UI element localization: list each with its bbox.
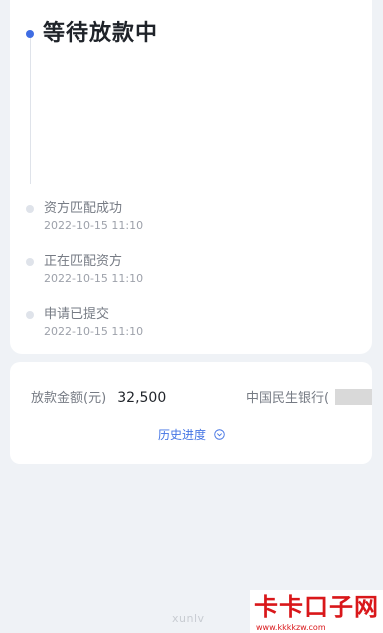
timeline-step-matched: 资方匹配成功 2022-10-15 11:10 [26,201,336,245]
bank-name: 中国民生银行( [246,391,330,406]
step-time: 2022-10-15 11:10 [44,325,144,338]
masked-account-number [335,389,373,405]
watermark-text: xunlv [172,612,205,625]
history-progress-link[interactable]: 历史进度 [158,427,225,443]
loan-status-card: 等待放款中 资方匹配成功 2022-10-15 11:10 正在匹配资方 202… [10,0,372,354]
loan-amount-value: 32,500 [117,390,167,406]
bank-account-row: 中国民生银行( [246,387,373,406]
timeline-dot-icon [26,205,34,213]
timeline-dot-icon [26,258,34,266]
watermark-logo: 卡卡口子网 www.kkkkzw.com [250,590,383,633]
step-label: 资方匹配成功 [44,201,123,216]
step-label: 申请已提交 [44,307,110,322]
loan-summary-card [10,362,372,464]
watermark-logo-text: 卡卡口子网 [254,593,379,621]
circle-chevron-down-icon [214,429,225,440]
loan-status-page: { "status": { "title": "等待放款中", "steps":… [0,0,383,633]
history-progress-label: 历史进度 [158,428,207,442]
current-status-dot-icon [26,30,34,38]
step-time: 2022-10-15 11:10 [44,272,144,285]
status-title: 等待放款中 [43,21,159,46]
loan-amount-row: 放款金额(元) 32,500 [31,387,166,406]
step-label: 正在匹配资方 [44,254,123,269]
step-time: 2022-10-15 11:10 [44,219,144,232]
timeline-dot-icon [26,311,34,319]
watermark-logo-url: www.kkkkzw.com [256,623,326,632]
timeline-line [30,38,31,184]
loan-amount-label: 放款金额(元) [31,391,107,406]
timeline-step-matching: 正在匹配资方 2022-10-15 11:10 [26,254,336,298]
timeline-step-submitted: 申请已提交 2022-10-15 11:10 [26,307,336,351]
